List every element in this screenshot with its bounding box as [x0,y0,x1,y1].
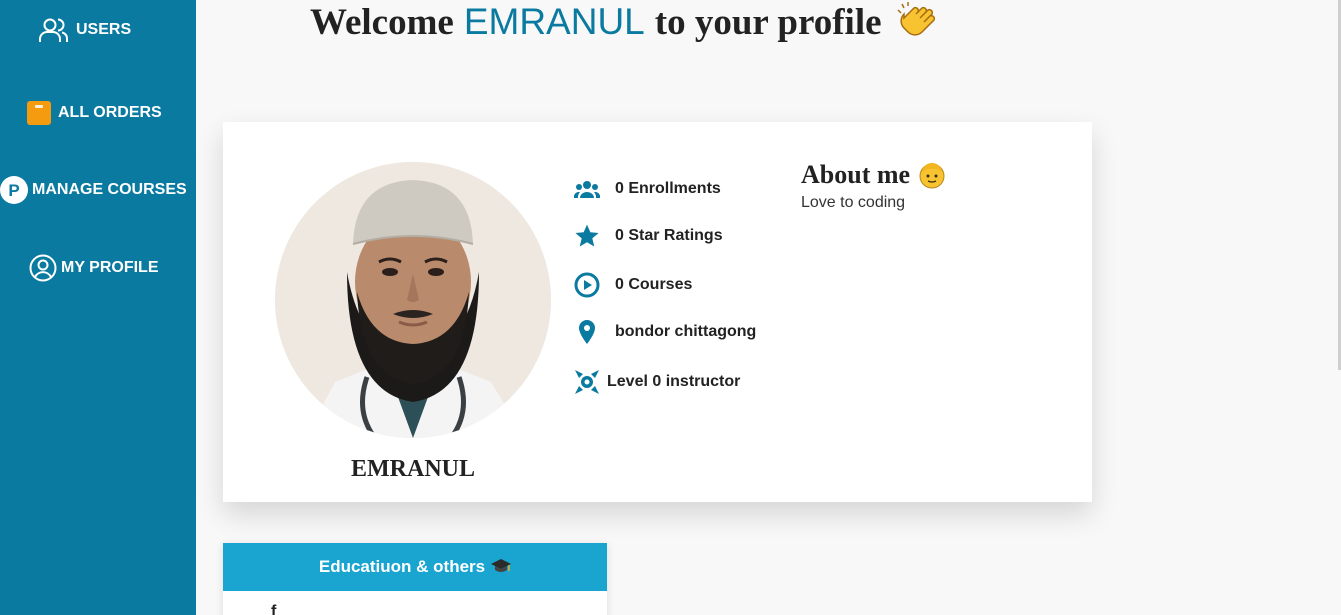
sidebar-item-my-profile[interactable]: MY PROFILE [29,254,159,282]
clapping-hands-icon [894,0,938,44]
location-pin-icon [574,319,600,345]
sidebar-item-manage-courses[interactable]: P MANAGE COURSES [0,176,187,204]
avatar [275,162,551,438]
level-badge-icon [574,369,600,395]
sidebar-item-label: MANAGE COURSES [32,181,187,198]
title-prefix: Welcome [310,1,454,43]
education-card: Educatiuon & others f [223,543,607,615]
svg-text:P: P [8,181,19,200]
sidebar-item-label: MY PROFILE [61,259,159,276]
stat-enrollments: 0 Enrollments [574,176,721,202]
profile-card: EMRANUL 0 Enrollments 0 Star Ratings 0 C… [223,122,1092,502]
stat-text: Level 0 instructor [607,373,741,390]
sidebar-item-users[interactable]: USERS [38,16,131,44]
stat-level: Level 0 instructor [574,369,740,395]
title-username: EMRANUL [463,1,645,42]
user-circle-icon [29,254,57,282]
star-icon [574,223,600,249]
education-row: f [271,603,277,615]
play-circle-icon [574,272,600,298]
p-circle-icon: P [0,176,28,204]
stat-text: 0 Enrollments [615,180,721,197]
orders-box-icon [27,101,51,125]
stat-text: bondor chittagong [615,323,757,340]
sidebar-item-label: ALL ORDERS [58,104,162,121]
stat-star-ratings: 0 Star Ratings [574,223,723,249]
sidebar-item-label: USERS [76,21,132,38]
education-title: Educatiuon & others [318,557,486,576]
people-icon [574,176,600,202]
users-icon [38,16,70,44]
page-title: Welcome EMRANUL to your profile [310,0,938,44]
graduation-cap-icon [491,557,512,577]
about-text: Love to coding [801,194,906,211]
sidebar: USERS ALL ORDERS P MANAGE COURSES MY PRO… [0,0,196,615]
sidebar-item-all-orders[interactable]: ALL ORDERS [27,101,162,125]
stat-courses: 0 Courses [574,272,692,298]
face-emoji-icon [918,161,946,189]
profile-name: EMRANUL [351,456,475,482]
title-suffix: to your profile [654,1,882,43]
stat-text: 0 Courses [615,276,693,293]
stat-location: bondor chittagong [574,319,756,345]
stat-text: 0 Star Ratings [615,227,723,244]
about-title: About me [801,160,946,190]
education-header: Educatiuon & others [223,543,607,591]
about-title-text: About me [801,160,911,189]
